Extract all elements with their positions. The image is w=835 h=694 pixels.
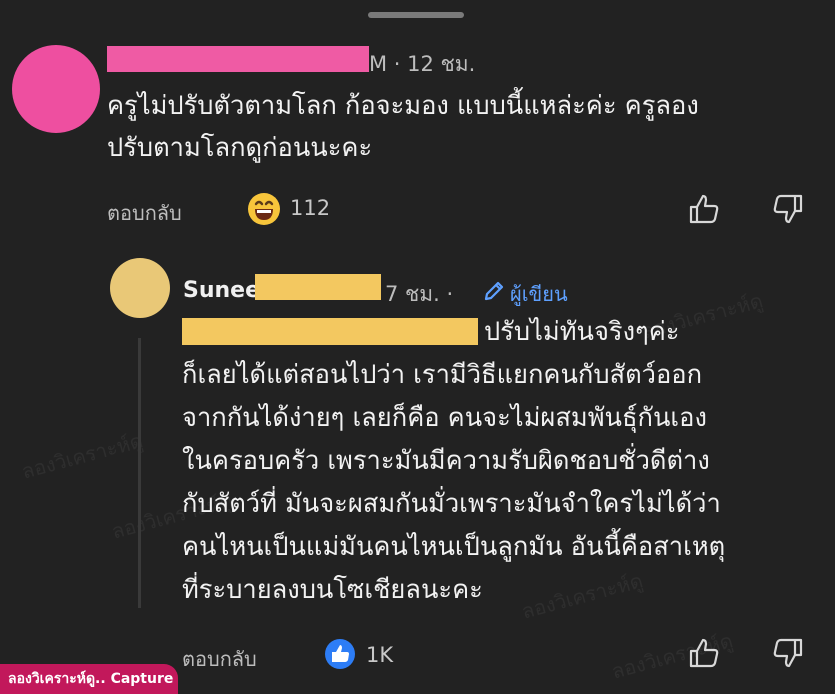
watermark: ลองวิเคราะห์ดู — [19, 428, 146, 484]
avatar[interactable] — [110, 258, 170, 318]
reply-button[interactable]: ตอบกลับ — [107, 197, 182, 229]
capture-watermark-badge: ลองวิเคราะห์ดู.. Capture — [0, 664, 178, 694]
thumbs-up-icon[interactable] — [688, 636, 722, 670]
comment-meta: M · 12 ชม. — [369, 52, 476, 76]
comment-meta: 7 ชม. · — [385, 282, 454, 306]
reaction-count: 112 — [290, 196, 331, 220]
reaction-count: 1K — [366, 643, 394, 667]
comment-text-line: ครูไม่ปรับตัวตามโลก ก้อจะมอง แบบนี้แหล่ะ… — [107, 91, 699, 121]
comment-text-line: ที่ระบายลงบนโซเชียลนะคะ — [182, 575, 483, 605]
redacted-name — [255, 274, 381, 300]
comments-sheet: ลองวิเคราะห์ดู ลองวิเคราะห์ดู ลองวิเคราะ… — [0, 0, 835, 694]
avatar[interactable] — [12, 45, 100, 133]
laughing-emoji-icon[interactable] — [247, 192, 281, 226]
watermark: ลองวิเคราะห์ดู — [519, 568, 646, 624]
thumbs-down-icon[interactable] — [770, 636, 804, 670]
author-badge: ผู้เขียน — [510, 282, 568, 306]
comment-text-line: จากกันได้ง่ายๆ เลยก็คือ คนจะไม่ผสมพันธุ์… — [182, 403, 707, 433]
comment-text-line: กับสัตว์ที่ มันจะผสมกันมั่วเพราะมันจำใคร… — [182, 489, 721, 519]
comment-text-line: คนไหนเป็นแม่มันคนไหนเป็นลูกมัน อันนี้คือ… — [182, 532, 726, 562]
comment-text-line: ปรับตามโลกดูก่อนนะคะ — [107, 133, 373, 163]
commenter-name[interactable]: Sunee — [183, 278, 260, 303]
sheet-drag-handle[interactable] — [368, 12, 464, 18]
redacted-name — [107, 46, 369, 72]
pencil-icon — [484, 281, 504, 301]
comment-text-line: ในครอบครัว เพราะมันมีความรับผิดชอบชั่วดี… — [182, 446, 710, 476]
like-thumb-icon[interactable] — [324, 638, 356, 670]
thread-line — [138, 338, 141, 608]
thumbs-down-icon[interactable] — [770, 192, 804, 226]
redacted-text — [182, 318, 478, 345]
thumbs-up-icon[interactable] — [688, 192, 722, 226]
reply-button[interactable]: ตอบกลับ — [182, 643, 257, 675]
comment-text-line: ปรับไม่ทันจริงๆค่ะ — [484, 317, 680, 347]
comment-text-line: ก็เลยได้แต่สอนไปว่า เรามีวิธีแยกคนกับสัต… — [182, 360, 703, 390]
